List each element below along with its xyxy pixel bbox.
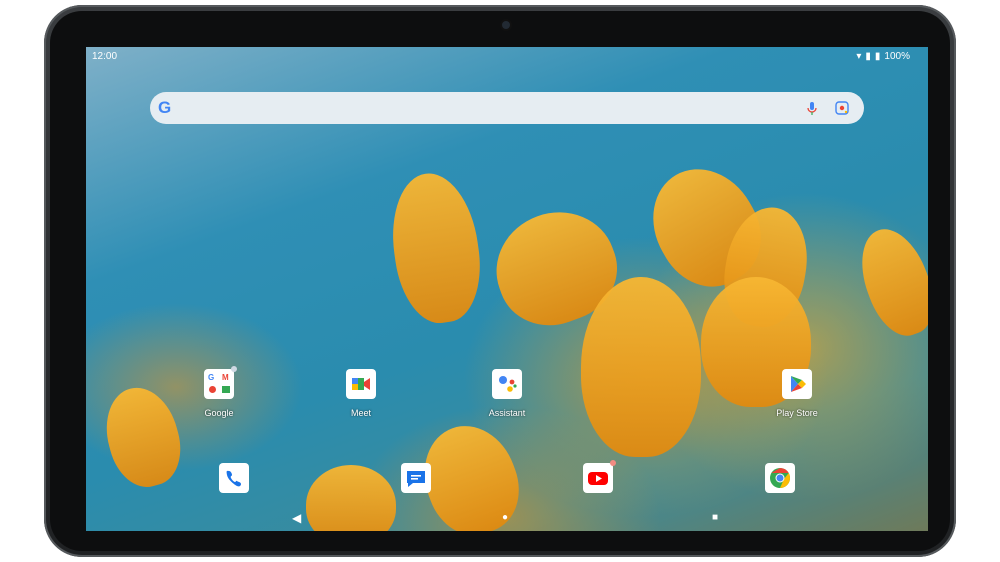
signal-icon: ▮ xyxy=(865,51,871,62)
app-label: Google xyxy=(204,408,234,418)
battery-icon: ▮ xyxy=(874,51,881,62)
home-screen[interactable]: 12:00 ▾ ▮ ▮ 100% G G M Google Meet Assis… xyxy=(86,47,928,531)
app-label: Assistant xyxy=(488,408,526,418)
wallpaper-flower xyxy=(96,379,190,495)
app-assistant[interactable]: Assistant xyxy=(472,369,542,418)
play-store-icon xyxy=(782,369,812,399)
app-label: Meet xyxy=(350,408,371,418)
clock: 12:00 xyxy=(92,51,118,62)
back-button[interactable]: ◀ xyxy=(292,511,301,525)
status-bar: 12:00 ▾ ▮ ▮ 100% xyxy=(86,47,928,65)
youtube-icon[interactable] xyxy=(583,460,616,493)
messages-icon[interactable] xyxy=(401,463,431,493)
wallpaper-flower xyxy=(849,219,928,345)
tablet-bezel: 12:00 ▾ ▮ ▮ 100% G G M Google Meet Assis… xyxy=(50,11,950,551)
app-google-folder[interactable]: G M Google xyxy=(184,366,254,418)
meet-icon xyxy=(346,369,376,399)
phone-icon[interactable] xyxy=(219,463,249,493)
google-logo-icon: G xyxy=(158,98,172,117)
battery-level: 100% xyxy=(884,51,910,62)
app-label: Play Store xyxy=(776,408,818,418)
wallpaper-flower xyxy=(581,277,701,457)
app-meet[interactable]: Meet xyxy=(326,369,396,418)
app-play-store[interactable]: Play Store xyxy=(762,369,832,418)
front-camera xyxy=(502,21,510,29)
assistant-icon xyxy=(492,369,522,399)
wifi-icon: ▾ xyxy=(856,51,862,62)
search-bar[interactable]: G xyxy=(150,92,864,124)
wallpaper-flower xyxy=(383,167,489,329)
recents-button[interactable]: ■ xyxy=(712,512,718,523)
lens-icon[interactable] xyxy=(834,100,850,116)
status-icons: ▾ ▮ ▮ 100% xyxy=(856,51,910,62)
mic-icon[interactable] xyxy=(804,100,820,116)
google-folder-icon: G M xyxy=(204,366,237,399)
wallpaper-flower xyxy=(306,465,396,531)
chrome-icon[interactable] xyxy=(765,463,795,493)
home-button[interactable]: ● xyxy=(502,512,508,523)
tablet-frame: 12:00 ▾ ▮ ▮ 100% G G M Google Meet Assis… xyxy=(44,5,956,557)
